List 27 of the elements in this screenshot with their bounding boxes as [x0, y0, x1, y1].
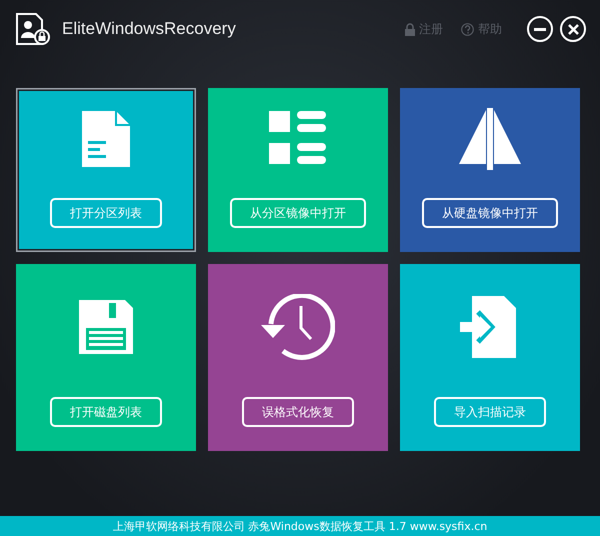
history-icon [261, 294, 335, 360]
tile-button[interactable]: 导入扫描记录 [434, 397, 546, 427]
window-title: EliteWindowsRecovery [62, 19, 237, 39]
help-icon [461, 22, 474, 36]
app-logo-icon [16, 13, 52, 45]
header-link[interactable]: 帮助 [461, 20, 502, 38]
tile-button[interactable]: 从分区镜像中打开 [230, 198, 366, 228]
minimize-button[interactable] [527, 16, 553, 42]
lock-icon [405, 22, 415, 36]
tile-button[interactable]: 误格式化恢复 [242, 397, 354, 427]
tile[interactable]: 从硬盘镜像中打开 [400, 88, 580, 252]
document-icon [82, 111, 130, 167]
tile[interactable]: 打开磁盘列表 [16, 264, 196, 451]
header-link[interactable]: 注册 [405, 20, 443, 38]
tile[interactable]: 从分区镜像中打开 [208, 88, 388, 252]
close-button[interactable] [560, 16, 586, 42]
tile-button[interactable]: 打开磁盘列表 [50, 397, 162, 427]
status-bar: 上海甲软网络科技有限公司 赤兔Windows数据恢复工具 1.7 www.sysfix.cn [0, 516, 600, 536]
sail-icon [459, 108, 521, 170]
tile-button[interactable]: 从硬盘镜像中打开 [422, 198, 558, 228]
tile[interactable]: 打开分区列表 [16, 88, 196, 252]
tile[interactable]: 导入扫描记录 [400, 264, 580, 451]
minimize-icon [534, 28, 546, 30]
tile-button[interactable]: 打开分区列表 [50, 198, 162, 228]
tile[interactable]: 误格式化恢复 [208, 264, 388, 451]
close-icon [568, 24, 578, 34]
list-icon [269, 111, 327, 167]
